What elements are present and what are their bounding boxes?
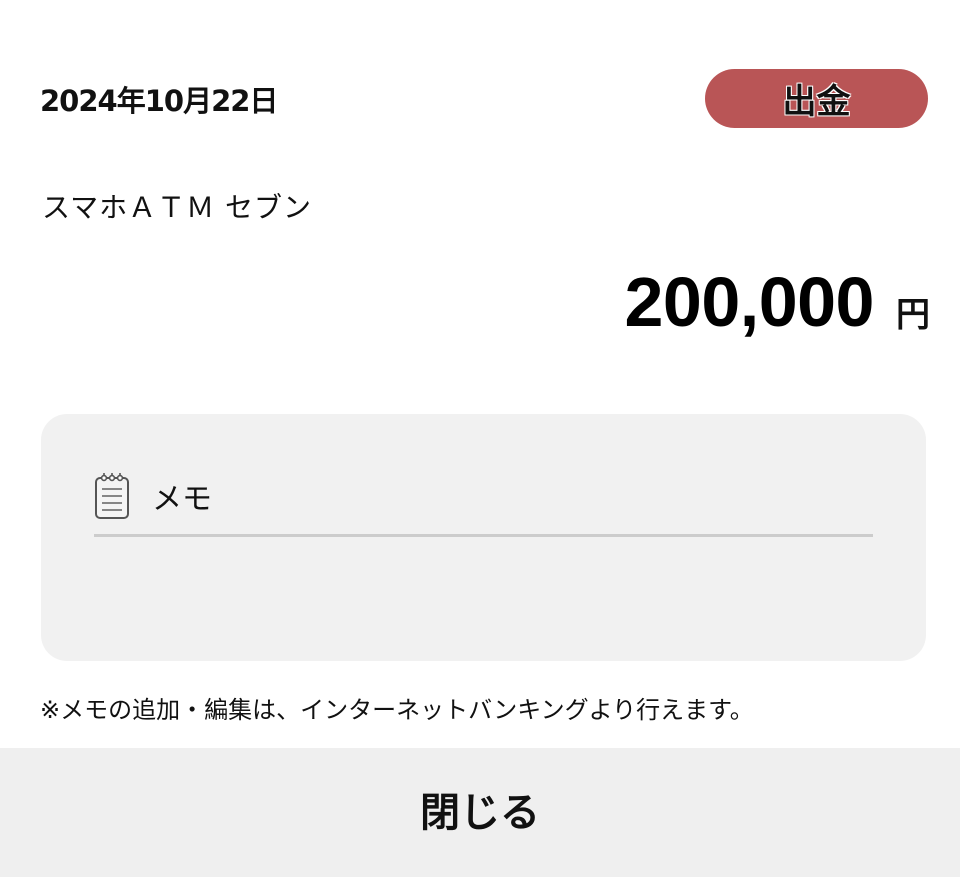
close-button-label: 閉じる — [420, 789, 540, 836]
notepad-icon — [95, 473, 129, 519]
amount-value: 200,000 — [624, 263, 874, 341]
transaction-type-badge: 出金 — [705, 69, 928, 128]
transaction-description: スマホＡＴＭ セブン — [42, 191, 313, 224]
transaction-date: 2024年10月22日 — [40, 84, 278, 118]
close-button[interactable]: 閉じる — [0, 748, 960, 877]
memo-label: メモ — [152, 482, 212, 517]
memo-panel: メモ — [41, 414, 926, 661]
memo-divider — [94, 534, 873, 537]
transaction-amount: 200,000 円 — [624, 262, 930, 342]
memo-edit-note: ※メモの追加・編集は、インターネットバンキングより行えます。 — [40, 696, 754, 724]
transaction-type-label: 出金 — [782, 82, 851, 122]
memo-header: メモ — [94, 472, 212, 520]
amount-unit: 円 — [896, 295, 930, 335]
